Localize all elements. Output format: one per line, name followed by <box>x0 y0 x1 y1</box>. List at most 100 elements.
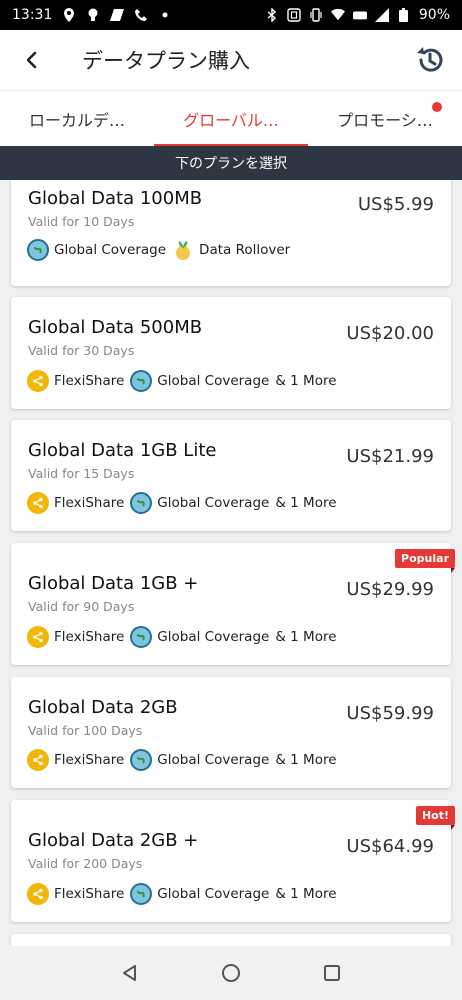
location-icon <box>62 8 76 22</box>
feature-label: Global Coverage <box>157 495 270 511</box>
plan-name: Global Data 2GB <box>28 697 178 718</box>
plan-card[interactable] <box>11 934 451 946</box>
feature-label: FlexiShare <box>54 495 125 511</box>
plan-validity: Valid for 200 Days <box>28 856 143 871</box>
plan-name: Global Data 100MB <box>28 188 203 209</box>
nav-home-button[interactable] <box>216 958 246 988</box>
feature-label: Data Rollover <box>199 242 291 258</box>
share-icon <box>27 749 49 771</box>
dot-icon <box>158 8 172 22</box>
share-icon <box>27 492 49 514</box>
more-features: & 1 More <box>275 495 337 511</box>
volte-icon <box>352 8 367 22</box>
plan-features: Global Coverage Data Rollover <box>27 239 296 261</box>
tab-local[interactable]: ローカルデ… <box>0 91 154 147</box>
rollover-icon <box>172 239 195 261</box>
triangle-back-icon <box>123 965 137 981</box>
status-bar: 13:31 90% <box>0 0 462 30</box>
app-icon <box>110 8 125 22</box>
feature-label: Global Coverage <box>157 629 270 645</box>
plan-list[interactable]: Global Data 100MB Valid for 10 Days US$5… <box>0 180 462 946</box>
home-circle-icon <box>221 964 240 982</box>
globe-icon <box>130 370 153 392</box>
feature-data-rollover: Data Rollover <box>172 239 290 261</box>
feature-label: Global Coverage <box>157 752 270 768</box>
feature-label: FlexiShare <box>54 629 125 645</box>
plan-validity: Valid for 10 Days <box>28 214 135 229</box>
plan-features: FlexiShare Global Coverage & 1 More <box>27 370 337 392</box>
share-icon <box>27 626 49 648</box>
plan-features: FlexiShare Global Coverage & 1 More <box>27 626 337 648</box>
feature-label: FlexiShare <box>54 886 125 902</box>
more-features: & 1 More <box>275 886 337 902</box>
plan-price: US$5.99 <box>357 194 434 215</box>
section-header: 下のプランを選択 <box>0 146 462 180</box>
plan-features: FlexiShare Global Coverage & 1 More <box>27 749 337 771</box>
back-arrow-icon <box>26 51 37 69</box>
popular-badge: Popular <box>395 549 455 573</box>
plan-card[interactable]: Global Data 1GB Lite Valid for 15 Days U… <box>11 420 451 531</box>
more-features: & 1 More <box>275 629 337 645</box>
plan-name: Global Data 1GB Lite <box>28 440 217 461</box>
feature-global-coverage: Global Coverage <box>130 626 269 648</box>
bulb-icon <box>86 8 100 22</box>
plan-card[interactable]: Global Data 2GB Valid for 100 Days US$59… <box>11 677 451 788</box>
plan-card[interactable]: Popular Global Data 1GB + Valid for 90 D… <box>11 543 455 665</box>
bluetooth-icon <box>265 8 279 22</box>
signal-icon <box>374 8 389 22</box>
feature-label: FlexiShare <box>54 373 125 389</box>
globe-icon <box>130 492 153 514</box>
plan-tabs: ローカルデ… グローバル… プロモーシ… <box>0 90 462 147</box>
notification-dot <box>432 102 442 112</box>
status-time: 13:31 <box>12 7 53 23</box>
plan-price: US$29.99 <box>346 579 434 600</box>
recents-square-icon <box>323 965 340 981</box>
feature-global-coverage: Global Coverage <box>130 883 269 905</box>
feature-flexishare: FlexiShare <box>27 883 124 905</box>
tab-label: プロモーシ… <box>337 111 433 130</box>
history-button[interactable] <box>412 42 448 78</box>
feature-global-coverage: Global Coverage <box>130 749 269 771</box>
feature-flexishare: FlexiShare <box>27 492 124 514</box>
tab-promotion[interactable]: プロモーシ… <box>308 91 462 147</box>
feature-flexishare: FlexiShare <box>27 626 124 648</box>
nav-recents-button[interactable] <box>317 958 347 988</box>
plan-card[interactable]: Hot! Global Data 2GB + Valid for 200 Day… <box>11 800 456 922</box>
page-title: データプラン購入 <box>82 49 250 73</box>
wifi-icon <box>330 8 345 22</box>
feature-global-coverage: Global Coverage <box>130 492 269 514</box>
vibrate-icon <box>309 8 323 22</box>
plan-validity: Valid for 30 Days <box>28 343 135 358</box>
feature-global-coverage: Global Coverage <box>130 370 269 392</box>
phone-icon <box>134 8 148 22</box>
plan-validity: Valid for 15 Days <box>28 466 135 481</box>
tab-label: ローカルデ… <box>28 111 125 130</box>
plan-features: FlexiShare Global Coverage & 1 More <box>27 883 337 905</box>
plan-card[interactable]: Global Data 500MB Valid for 30 Days US$2… <box>11 297 451 409</box>
feature-label: Global Coverage <box>157 373 270 389</box>
hot-badge: Hot! <box>415 806 456 830</box>
battery-level: 90% <box>418 7 450 23</box>
plan-card[interactable]: Global Data 100MB Valid for 10 Days US$5… <box>11 180 451 286</box>
nfc-icon <box>287 8 301 22</box>
feature-label: FlexiShare <box>54 752 125 768</box>
system-nav-bar <box>0 946 462 1000</box>
feature-flexishare: FlexiShare <box>27 749 124 771</box>
feature-label: Global Coverage <box>54 242 167 258</box>
globe-icon <box>130 883 153 905</box>
plan-validity: Valid for 90 Days <box>28 599 135 614</box>
app-bar: データプラン購入 <box>0 30 462 90</box>
plan-features: FlexiShare Global Coverage & 1 More <box>27 492 337 514</box>
plan-price: US$21.99 <box>346 446 434 467</box>
feature-global-coverage: Global Coverage <box>27 239 166 261</box>
plan-price: US$20.00 <box>346 323 434 344</box>
tab-global[interactable]: グローバル… <box>154 91 308 147</box>
more-features: & 1 More <box>275 373 337 389</box>
tab-label: グローバル… <box>183 111 279 130</box>
nav-back-button[interactable] <box>115 958 145 988</box>
back-button[interactable] <box>0 30 64 90</box>
feature-label: Global Coverage <box>157 886 270 902</box>
share-icon <box>27 370 49 392</box>
globe-icon <box>130 749 153 771</box>
history-icon <box>417 47 443 72</box>
